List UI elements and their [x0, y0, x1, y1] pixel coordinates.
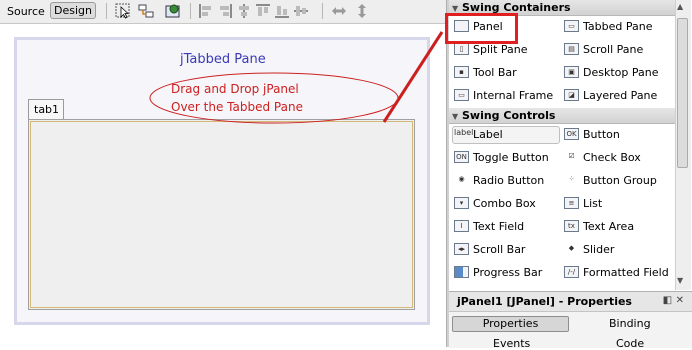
properties-title-bar: jPanel1 [JPanel] - Properties ◧ ✕: [449, 292, 692, 312]
annotation-text: Drag and Drop jPanel Over the Tabbed Pan…: [171, 80, 303, 116]
palette-item-label: Button Group: [583, 174, 657, 187]
editor-toolbar: Source Design: [0, 0, 446, 24]
annotation-line-2: Over the Tabbed Pane: [171, 100, 303, 114]
toolbar-separator: [322, 3, 323, 19]
scroll-bar-icon: ◂▸: [454, 243, 469, 255]
align-top-icon[interactable]: [255, 3, 271, 19]
internal-frame-icon: ▭: [454, 89, 469, 101]
palette-item-label: Split Pane: [473, 43, 528, 56]
align-left-icon[interactable]: [198, 3, 214, 19]
check-box-icon: ☑: [568, 152, 575, 160]
section-title: Swing Controls: [462, 109, 556, 122]
toggle-button-icon: ON: [454, 151, 469, 163]
palette-item-label: Button: [583, 128, 620, 141]
tabbed-pane-content[interactable]: [28, 119, 415, 310]
palette-item-label: Internal Frame: [473, 89, 554, 102]
collapse-icon: ▼: [452, 4, 459, 13]
design-editor: Source Design jTabbed Pane tab1 Drag and…: [0, 0, 446, 347]
tab-properties[interactable]: Properties: [452, 316, 569, 332]
text-area-icon: tx: [564, 220, 579, 232]
collapse-icon: ▼: [452, 112, 459, 121]
palette-item-label: Progress Bar: [473, 266, 543, 279]
split-pane-icon: ▯: [454, 43, 469, 55]
scroll-down-icon[interactable]: ▼: [677, 276, 683, 285]
palette-item-label: Desktop Pane: [583, 66, 659, 79]
scrollbar-thumb[interactable]: [677, 18, 688, 168]
palette-item-label: Text Field: [473, 220, 525, 233]
progress-bar-icon: [454, 266, 469, 278]
toolbar-icon: ▪: [454, 66, 469, 78]
swing-controls-header[interactable]: ▼ Swing Controls: [449, 108, 675, 124]
palette-item-label: Check Box: [583, 151, 641, 164]
button-icon: OK: [564, 128, 579, 140]
dock-icon[interactable]: ◧: [663, 295, 672, 306]
scroll-up-icon[interactable]: ▲: [677, 2, 683, 11]
slider-icon: ◆: [568, 244, 575, 252]
radio-button-icon: ◉: [458, 175, 465, 183]
tabbed-pane-icon: ▭: [564, 20, 579, 32]
annotation-line-1: Drag and Drop jPanel: [171, 82, 299, 96]
tab-code[interactable]: Code: [616, 337, 644, 350]
design-tab[interactable]: Design: [50, 2, 96, 19]
align-right-icon[interactable]: [217, 3, 233, 19]
list-icon: ≡: [564, 197, 579, 209]
palette-item-label: Toggle Button: [473, 151, 549, 164]
label-icon: label: [454, 128, 474, 137]
resize-horizontal-icon[interactable]: [331, 3, 347, 19]
tab-binding[interactable]: Binding: [609, 317, 651, 330]
palette-item-label: Layered Pane: [583, 89, 658, 102]
palette-item-label: Slider: [583, 243, 615, 256]
palette-item-label: Label: [473, 128, 503, 141]
align-bottom-icon[interactable]: [274, 3, 290, 19]
selection-mode-icon[interactable]: [115, 3, 131, 19]
tabbed-pane-label: jTabbed Pane: [180, 52, 266, 67]
scroll-pane-icon: ▤: [564, 43, 579, 55]
preview-design-icon[interactable]: [165, 3, 181, 19]
palette-item-label: Tabbed Pane: [583, 20, 653, 33]
source-tab[interactable]: Source: [7, 5, 45, 18]
palette-item-label: Scroll Bar: [473, 243, 526, 256]
resize-vertical-icon[interactable]: [354, 3, 370, 19]
properties-panel: jPanel1 [JPanel] - Properties ◧ ✕ Proper…: [449, 291, 692, 350]
text-field-icon: I: [454, 220, 469, 232]
panel-highlight-box: [445, 13, 518, 44]
combo-box-icon: ▾: [454, 197, 469, 209]
palette-item-label: Tool Bar: [473, 66, 517, 79]
palette-item-label: Combo Box: [473, 197, 536, 210]
button-group-icon: ⁘: [568, 175, 575, 183]
layered-pane-icon: ◪: [564, 89, 579, 101]
desktop-pane-icon: ▣: [564, 66, 579, 78]
connection-mode-icon[interactable]: [138, 3, 154, 19]
toolbar-separator: [106, 3, 107, 19]
toolbar-separator: [190, 3, 191, 19]
properties-title: jPanel1 [JPanel] - Properties: [457, 295, 632, 308]
palette-item-label: Text Area: [583, 220, 635, 233]
tab-events[interactable]: Events: [493, 337, 530, 350]
tab-tab1[interactable]: tab1: [28, 99, 64, 119]
palette-item-label: List: [583, 197, 603, 210]
window-controls: ◧ ✕: [663, 295, 684, 306]
palette-item-label: Formatted Field: [583, 266, 669, 279]
palette-item-label: Radio Button: [473, 174, 545, 187]
center-horizontally-icon[interactable]: [236, 3, 252, 19]
palette-item-label: Scroll Pane: [583, 43, 644, 56]
close-icon[interactable]: ✕: [676, 295, 684, 306]
center-vertically-icon[interactable]: [293, 3, 309, 19]
formatted-field-icon: /-/: [564, 266, 579, 278]
